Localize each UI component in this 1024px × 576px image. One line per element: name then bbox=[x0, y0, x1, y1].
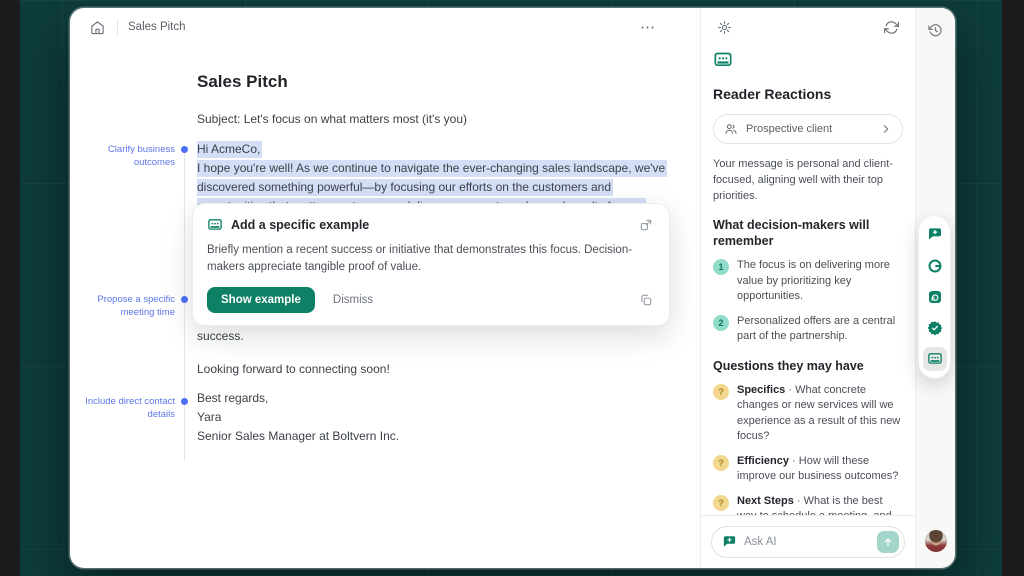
remember-item-2: 2 Personalized offers are a central part… bbox=[713, 314, 903, 345]
suggestion-title: Add a specific example bbox=[231, 218, 629, 232]
suggestion-card: Add a specific example Briefly mention a… bbox=[192, 203, 670, 326]
reader-reactions-panel: Reader Reactions Prospective client Your… bbox=[700, 8, 915, 568]
history-button[interactable] bbox=[926, 21, 945, 40]
annotation-dot-1[interactable] bbox=[181, 146, 188, 153]
question-item-1: ? Specifics · What concrete changes or n… bbox=[713, 383, 903, 445]
separator-dot: · bbox=[797, 495, 801, 507]
comment-plus-icon bbox=[927, 227, 943, 243]
margin-annotation-2[interactable]: Propose a specific meeting time bbox=[85, 293, 175, 319]
ask-ai-bubble-icon bbox=[722, 535, 737, 550]
signature-closing: Best regards, bbox=[197, 391, 268, 405]
g-circle-icon bbox=[927, 258, 943, 274]
email-body-paragraph-3: Looking forward to connecting soon! bbox=[197, 360, 669, 379]
assistant-icon-strip bbox=[918, 215, 951, 379]
people-icon bbox=[724, 122, 738, 136]
reaction-summary: Your message is personal and client-focu… bbox=[713, 156, 903, 204]
margin-annotation-1[interactable]: Clarify business outcomes bbox=[85, 143, 175, 169]
audience-icon bbox=[207, 217, 223, 233]
quality-check-button[interactable] bbox=[923, 316, 947, 340]
copy-icon bbox=[639, 293, 653, 307]
question-topic: Next Steps bbox=[737, 495, 794, 507]
question-item-3: ? Next Steps · What is the best way to s… bbox=[713, 494, 903, 516]
highlighted-greeting: Hi AcmeCo, bbox=[197, 141, 262, 158]
settings-button[interactable] bbox=[715, 18, 734, 37]
question-badge: ? bbox=[713, 384, 729, 400]
rewrite-button[interactable] bbox=[923, 285, 947, 309]
email-signature: Best regards, Yara Senior Sales Manager … bbox=[197, 389, 669, 446]
home-button[interactable] bbox=[88, 18, 107, 37]
document-area: Sales Pitch ⋯ Sales Pitch Subject: Let's… bbox=[70, 8, 700, 568]
number-badge-2: 2 bbox=[713, 315, 729, 331]
annotation-dot-3[interactable] bbox=[181, 398, 188, 405]
signature-role: Senior Sales Manager at Boltvern Inc. bbox=[197, 429, 399, 443]
signature-name: Yara bbox=[197, 410, 221, 424]
breadcrumb: Sales Pitch bbox=[128, 21, 186, 33]
rewrite-icon bbox=[927, 289, 943, 305]
question-topic: Efficiency bbox=[737, 455, 789, 467]
grammarly-score-button[interactable] bbox=[923, 254, 947, 278]
home-icon bbox=[90, 20, 105, 35]
document-title: Sales Pitch bbox=[197, 72, 288, 92]
show-example-button[interactable]: Show example bbox=[207, 287, 315, 313]
reader-reactions-button[interactable] bbox=[923, 347, 947, 371]
separator-dot: · bbox=[792, 455, 796, 467]
reader-reactions-icon bbox=[713, 50, 733, 70]
comment-suggestion-button[interactable] bbox=[923, 223, 947, 247]
number-badge-1: 1 bbox=[713, 259, 729, 275]
user-avatar[interactable] bbox=[925, 530, 947, 552]
badge-check-icon bbox=[927, 320, 943, 336]
copy-button[interactable] bbox=[637, 291, 655, 309]
question-badge: ? bbox=[713, 495, 729, 511]
more-options-button[interactable]: ⋯ bbox=[638, 18, 658, 37]
margin-annotation-rule bbox=[184, 149, 185, 461]
toolbar-divider bbox=[117, 19, 118, 35]
separator-dot: · bbox=[788, 384, 792, 396]
audience-selector-label: Prospective client bbox=[746, 123, 872, 135]
open-in-window-icon bbox=[639, 218, 653, 232]
question-item-text: Specifics · What concrete changes or new… bbox=[737, 383, 903, 445]
gear-icon bbox=[717, 20, 732, 35]
chevron-right-icon bbox=[880, 123, 892, 135]
panel-title: Reader Reactions bbox=[713, 86, 903, 102]
open-in-window-button[interactable] bbox=[637, 216, 655, 234]
margin-annotation-3[interactable]: Include direct contact details bbox=[85, 395, 175, 421]
dismiss-button[interactable]: Dismiss bbox=[333, 294, 373, 306]
screen-letterbox-right bbox=[1002, 0, 1024, 576]
ask-ai-footer bbox=[701, 515, 915, 568]
question-topic: Specifics bbox=[737, 384, 785, 396]
arrow-up-icon bbox=[882, 536, 894, 548]
suggestion-body: Briefly mention a recent success or init… bbox=[207, 242, 655, 276]
question-item-text: Next Steps · What is the best way to sch… bbox=[737, 494, 903, 516]
remember-item-text: The focus is on delivering more value by… bbox=[737, 258, 903, 305]
question-badge: ? bbox=[713, 455, 729, 471]
panel-toolbar bbox=[701, 8, 915, 46]
refresh-icon bbox=[884, 20, 899, 35]
question-item-text: Efficiency · How will these improve our … bbox=[737, 454, 903, 485]
ask-ai-input-container[interactable] bbox=[711, 526, 905, 558]
subject-line: Subject: Let's focus on what matters mos… bbox=[197, 110, 669, 129]
history-icon bbox=[928, 23, 943, 38]
audience-icon bbox=[927, 351, 943, 367]
question-item-2: ? Efficiency · How will these improve ou… bbox=[713, 454, 903, 485]
send-button[interactable] bbox=[877, 531, 899, 553]
document-editor[interactable]: Sales Pitch Subject: Let's focus on what… bbox=[70, 46, 700, 568]
app-window: Sales Pitch ⋯ Sales Pitch Subject: Let's… bbox=[70, 8, 955, 568]
remember-item-1: 1 The focus is on delivering more value … bbox=[713, 258, 903, 305]
refresh-button[interactable] bbox=[882, 18, 901, 37]
questions-heading: Questions they may have bbox=[713, 358, 903, 374]
document-toolbar: Sales Pitch ⋯ bbox=[70, 8, 700, 46]
screen-letterbox-left bbox=[0, 0, 20, 576]
ask-ai-input[interactable] bbox=[744, 536, 870, 548]
audience-selector[interactable]: Prospective client bbox=[713, 114, 903, 144]
remember-heading: What decision-makers will remember bbox=[713, 217, 903, 249]
annotation-dot-2[interactable] bbox=[181, 296, 188, 303]
panel-content: Reader Reactions Prospective client Your… bbox=[701, 46, 915, 515]
remember-item-text: Personalized offers are a central part o… bbox=[737, 314, 903, 345]
